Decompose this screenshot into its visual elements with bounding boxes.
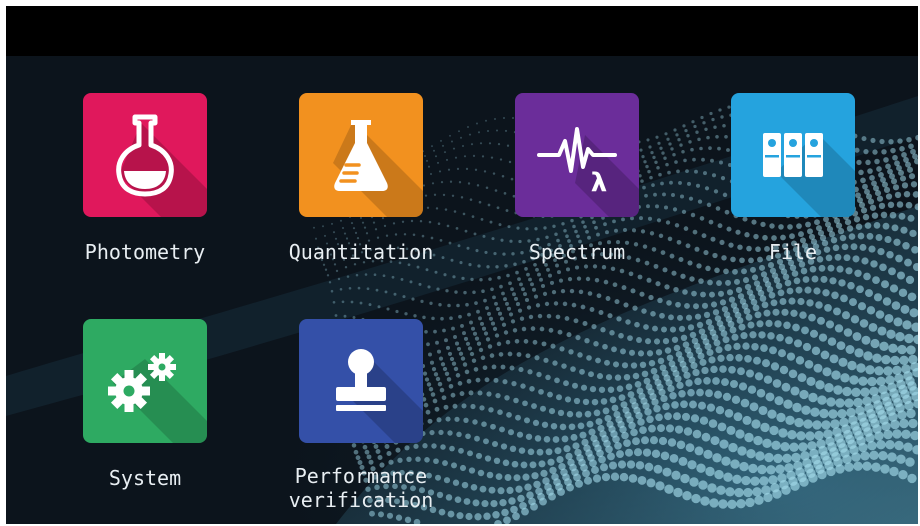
system-tile[interactable] [83, 319, 207, 443]
home-screen: Photometry Quantitation λ Spectrum File … [6, 6, 918, 524]
binders-icon [763, 133, 823, 177]
file-label[interactable]: File [708, 240, 878, 264]
performance-verification-label-line1: Performance [294, 464, 428, 488]
spectrum-tile[interactable]: λ [515, 93, 639, 217]
erlenmeyer-flask-icon [334, 120, 388, 191]
flask-icon [116, 114, 174, 197]
performance-verification-label[interactable]: Performance verification [256, 464, 466, 512]
svg-text:λ: λ [591, 168, 607, 198]
device-frame: Photometry Quantitation λ Spectrum File … [0, 0, 920, 526]
quantitation-tile[interactable] [299, 93, 423, 217]
stamp-icon [336, 349, 386, 411]
performance-verification-tile[interactable] [299, 319, 423, 443]
status-bar [6, 6, 918, 56]
spectrum-label[interactable]: Spectrum [492, 240, 662, 264]
file-tile[interactable] [731, 93, 855, 217]
performance-verification-label-line2: verification [288, 488, 434, 512]
photometry-tile[interactable] [83, 93, 207, 217]
quantitation-label[interactable]: Quantitation [256, 240, 466, 264]
photometry-label[interactable]: Photometry [60, 240, 230, 264]
system-label[interactable]: System [60, 466, 230, 490]
spectrum-lambda-icon: λ [537, 127, 617, 198]
gears-icon [108, 353, 176, 412]
